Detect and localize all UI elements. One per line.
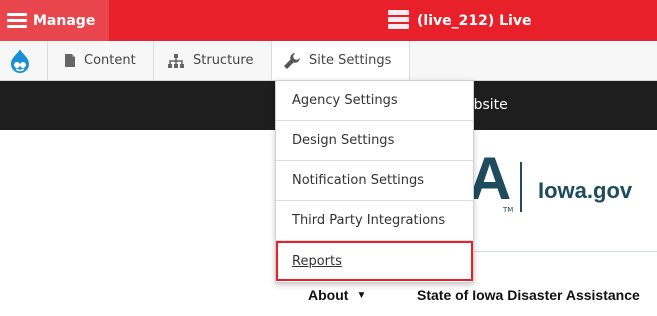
toolbar-structure-tab[interactable]: Structure bbox=[154, 41, 272, 80]
agency-logo-letter: A bbox=[468, 145, 512, 212]
manage-button[interactable]: Manage bbox=[0, 0, 109, 41]
header-divider bbox=[466, 251, 657, 252]
toolbar-site-settings-tab[interactable]: Site Settings bbox=[272, 41, 410, 80]
menu-item-reports[interactable]: Reports bbox=[276, 241, 473, 281]
admin-bar: Manage (live_212) Live bbox=[0, 0, 657, 41]
document-icon bbox=[65, 54, 75, 67]
sitemap-icon bbox=[168, 53, 184, 68]
drupal-home-button[interactable] bbox=[0, 41, 48, 80]
manage-label: Manage bbox=[33, 12, 96, 29]
nav-about-label: About bbox=[308, 287, 349, 303]
logo-divider bbox=[520, 162, 522, 212]
nav-disaster-assistance[interactable]: State of Iowa Disaster Assistance bbox=[417, 287, 640, 303]
server-icon bbox=[388, 10, 409, 31]
site-settings-dropdown: Agency Settings Design Settings Notifica… bbox=[275, 80, 474, 283]
toolbar-content-tab[interactable]: Content bbox=[48, 41, 154, 80]
wrench-icon bbox=[284, 52, 300, 69]
menu-item-notification-settings[interactable]: Notification Settings bbox=[276, 161, 473, 201]
menu-item-design-settings[interactable]: Design Settings bbox=[276, 121, 473, 161]
nav-about[interactable]: About ▼ bbox=[308, 287, 366, 303]
hamburger-icon bbox=[7, 13, 27, 28]
chevron-down-icon: ▼ bbox=[356, 289, 367, 301]
drupal-icon bbox=[10, 48, 29, 73]
toolbar-structure-label: Structure bbox=[193, 53, 254, 68]
toolbar-site-settings-label: Site Settings bbox=[309, 53, 392, 68]
admin-toolbar: Content Structure Site Settings bbox=[0, 41, 657, 81]
logo-trademark: TM bbox=[503, 206, 514, 214]
environment-label: (live_212) Live bbox=[417, 12, 532, 29]
menu-item-third-party-integrations[interactable]: Third Party Integrations bbox=[276, 201, 473, 241]
environment-indicator[interactable]: (live_212) Live bbox=[388, 0, 531, 41]
toolbar-content-label: Content bbox=[84, 53, 136, 68]
iowa-gov-logo[interactable]: Iowa.gov bbox=[538, 178, 632, 204]
menu-item-agency-settings[interactable]: Agency Settings bbox=[276, 81, 473, 121]
